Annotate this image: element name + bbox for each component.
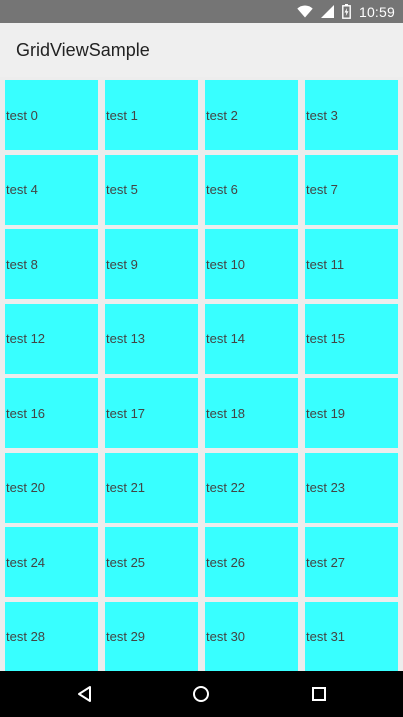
grid-item[interactable]: test 21 (105, 452, 198, 523)
grid-item-label: test 20 (6, 480, 46, 495)
grid-item-label: test 0 (6, 107, 38, 123)
grid-item[interactable]: test 11 (305, 229, 398, 299)
grid-item[interactable]: test 6 (205, 154, 298, 225)
grid-item-label: test 19 (306, 405, 346, 421)
grid-item-label: test 27 (306, 554, 346, 570)
grid-item-label: test 15 (306, 331, 346, 346)
signal-icon (320, 5, 334, 18)
grid-item[interactable]: test 10 (205, 229, 298, 299)
grid-item-label: test 7 (306, 182, 338, 197)
battery-icon (342, 4, 351, 19)
grid-item-label: test 8 (6, 256, 38, 272)
recents-button[interactable] (289, 671, 349, 717)
back-button[interactable] (55, 671, 115, 717)
home-button[interactable] (171, 671, 231, 717)
grid-item[interactable]: test 23 (305, 452, 398, 523)
status-time: 10:59 (358, 3, 395, 20)
grid-item-label: test 12 (6, 331, 46, 346)
grid-item-label: test 21 (106, 480, 146, 495)
grid-item-label: test 10 (206, 256, 246, 272)
grid-item-label: test 30 (206, 629, 246, 644)
grid-item-label: test 2 (206, 107, 238, 123)
home-icon (192, 685, 210, 703)
grid-item-label: test 17 (106, 405, 146, 421)
grid-item-label: test 9 (106, 256, 138, 272)
grid-item-label: test 11 (306, 256, 345, 272)
grid-item-label: test 3 (306, 107, 338, 123)
grid-item-label: test 24 (6, 554, 46, 570)
grid-item-label: test 25 (106, 554, 146, 570)
grid-item[interactable]: test 28 (5, 601, 98, 671)
grid-item[interactable]: test 16 (5, 378, 98, 448)
grid-item-label: test 29 (106, 629, 146, 644)
grid-item[interactable]: test 3 (305, 80, 398, 150)
recents-icon (311, 686, 327, 702)
grid-item-label: test 28 (6, 629, 46, 644)
back-icon (76, 685, 94, 703)
grid-item[interactable]: test 8 (5, 229, 98, 299)
grid-view[interactable]: test 0 test 1 test 2 test 3 test 4 test 5 test… (0, 77, 403, 671)
grid-item-label: test 1 (106, 107, 138, 123)
grid-item-label: test 16 (6, 405, 46, 421)
grid-item-label: test 31 (306, 629, 346, 644)
grid-item[interactable]: test 17 (105, 378, 198, 448)
app-bar: GridViewSample (0, 23, 403, 77)
navigation-bar (0, 671, 403, 717)
grid-item-label: test 5 (106, 182, 138, 197)
grid-item[interactable]: test 12 (5, 303, 98, 374)
grid-item[interactable]: test 0 (5, 80, 98, 150)
status-bar: 10:59 (0, 0, 403, 23)
grid-item[interactable]: test 27 (305, 527, 398, 597)
grid-item-label: test 13 (106, 331, 146, 346)
grid-item[interactable]: test 25 (105, 527, 198, 597)
grid-item-label: test 14 (206, 331, 246, 346)
app-title: GridViewSample (16, 40, 150, 60)
grid-item[interactable]: test 18 (205, 378, 298, 448)
grid-item[interactable]: test 9 (105, 229, 198, 299)
grid-item[interactable]: test 20 (5, 452, 98, 523)
grid-item[interactable]: test 30 (205, 601, 298, 671)
grid-item[interactable]: test 31 (305, 601, 398, 671)
grid-item[interactable]: test 5 (105, 154, 198, 225)
grid-item[interactable]: test 15 (305, 303, 398, 374)
grid-item[interactable]: test 19 (305, 378, 398, 448)
grid-item-label: test 18 (206, 405, 246, 421)
grid-item-label: test 23 (306, 480, 346, 495)
wifi-icon (297, 5, 313, 18)
grid-item-label: test 22 (206, 480, 246, 495)
grid-item[interactable]: test 29 (105, 601, 198, 671)
grid-item-label: test 4 (6, 182, 38, 197)
grid-item[interactable]: test 14 (205, 303, 298, 374)
grid-item-label: test 26 (206, 554, 246, 570)
status-icons: 10:59 (297, 0, 395, 23)
grid-item-label: test 6 (206, 182, 238, 197)
grid-item[interactable]: test 22 (205, 452, 298, 523)
grid-item[interactable]: test 7 (305, 154, 398, 225)
grid-item[interactable]: test 4 (5, 154, 98, 225)
grid-item[interactable]: test 24 (5, 527, 98, 597)
grid-item[interactable]: test 2 (205, 80, 298, 150)
grid-item[interactable]: test 26 (205, 527, 298, 597)
grid-item[interactable]: test 13 (105, 303, 198, 374)
grid-item[interactable]: test 1 (105, 80, 198, 150)
